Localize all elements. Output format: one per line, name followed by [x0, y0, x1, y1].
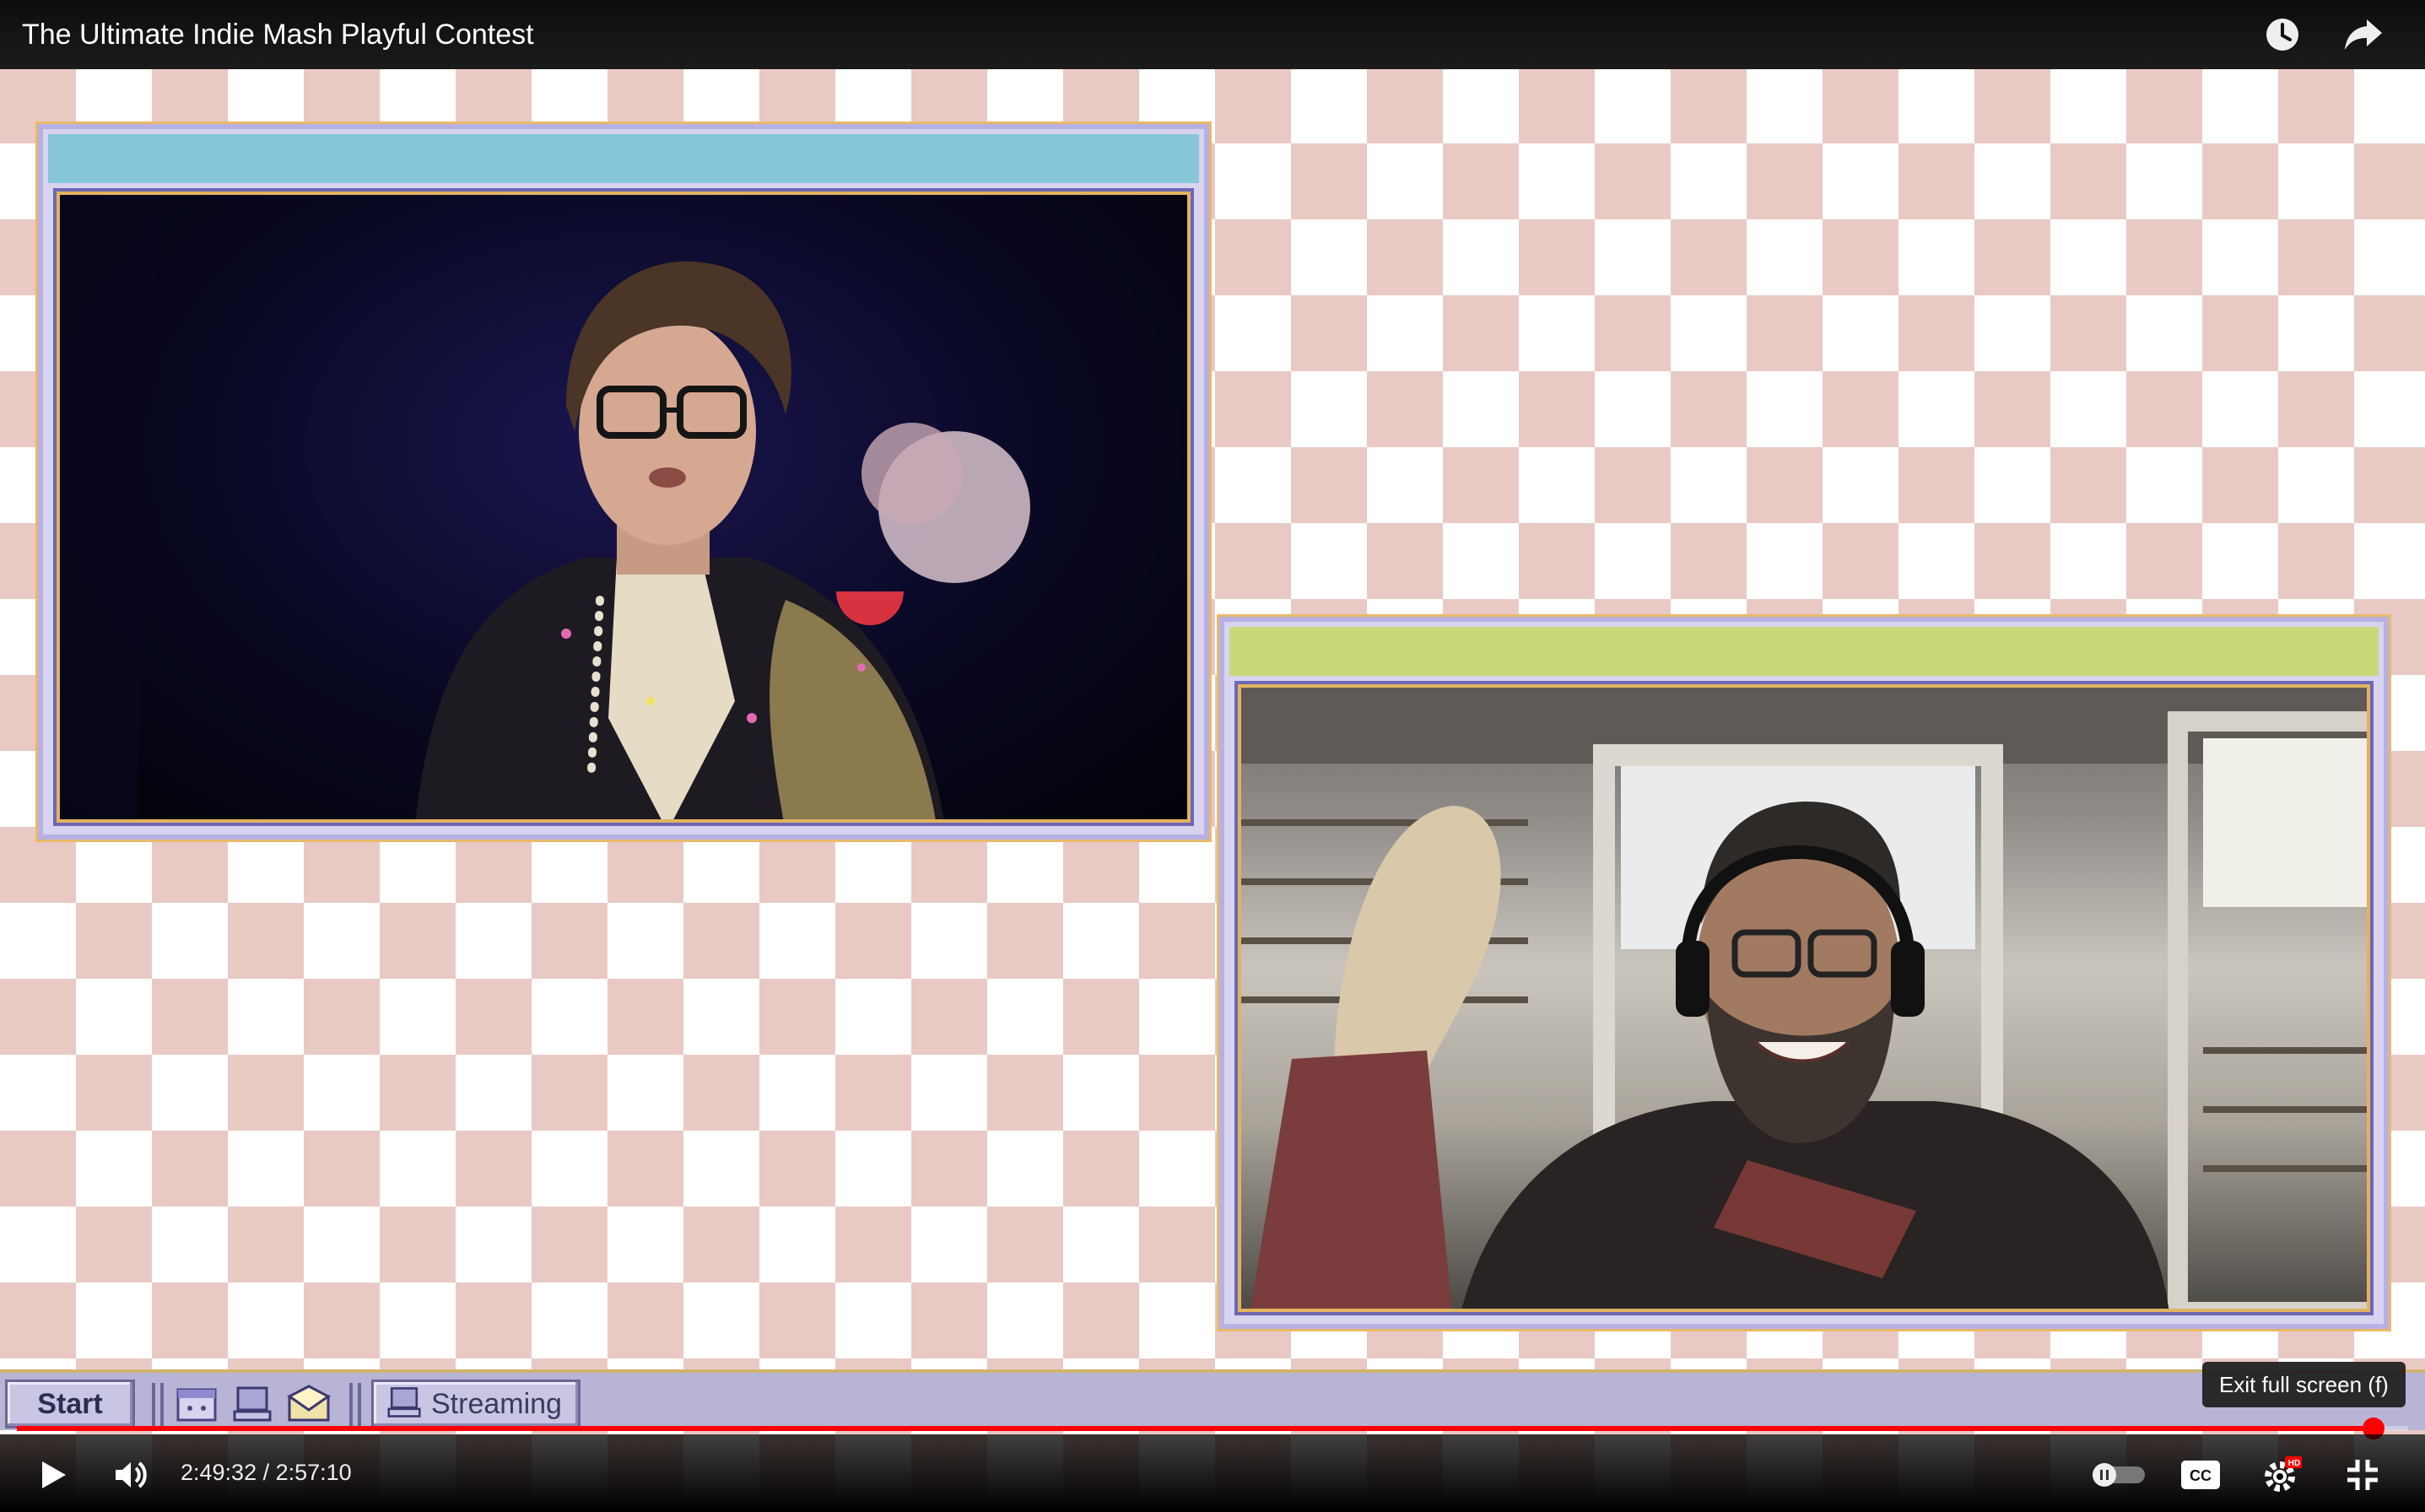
volume-icon[interactable]	[106, 1450, 157, 1500]
stage-video-feed	[60, 195, 1187, 819]
webcam-video-feed	[1241, 688, 2367, 1309]
time-display: 2:49:32 / 2:57:10	[181, 1460, 352, 1485]
exit-fullscreen-icon[interactable]	[2337, 1450, 2388, 1500]
captions-label: CC	[2190, 1467, 2212, 1484]
video-title[interactable]: The Ultimate Indie Mash Playful Contest	[22, 19, 534, 51]
webcam-person-image	[1241, 688, 2367, 1309]
settings-icon[interactable]: HD	[2256, 1450, 2307, 1500]
watch-later-icon[interactable]	[2260, 12, 2305, 57]
stage-window	[35, 122, 1212, 842]
stage-window-titlebar	[48, 134, 1199, 183]
webcam-window-screen	[1234, 681, 2374, 1315]
progress-bar-played	[17, 1426, 2374, 1431]
computer-icon	[386, 1385, 423, 1423]
player-top-bar: The Ultimate Indie Mash Playful Contest	[0, 0, 2425, 69]
streaming-label: Streaming	[431, 1387, 562, 1420]
mail-icon	[287, 1385, 331, 1428]
webcam-window	[1217, 614, 2391, 1331]
stage-window-screen	[53, 188, 1194, 826]
taskbar-separator	[152, 1383, 155, 1427]
performer-image	[60, 195, 1030, 819]
play-icon[interactable]	[27, 1450, 78, 1500]
taskbar-separator	[358, 1383, 361, 1427]
hd-badge: HD	[2288, 1459, 2300, 1468]
computer-icon	[231, 1385, 273, 1428]
streaming-task-button: Streaming	[371, 1380, 581, 1428]
retro-taskbar: Start Streaming	[0, 1369, 2425, 1430]
calendar-icon	[176, 1385, 218, 1428]
autoplay-toggle[interactable]	[2089, 1450, 2148, 1500]
video-player[interactable]: Start Streaming	[0, 0, 2425, 1512]
captions-icon[interactable]: CC	[2175, 1450, 2226, 1500]
start-button: Start	[5, 1380, 135, 1428]
progress-bar[interactable]	[17, 1418, 2408, 1439]
webcam-window-titlebar	[1229, 627, 2379, 676]
share-icon[interactable]	[2341, 12, 2386, 57]
taskbar-separator	[349, 1383, 353, 1427]
exit-fullscreen-tooltip: Exit full screen (f)	[2202, 1362, 2406, 1407]
start-label: Start	[37, 1387, 103, 1420]
player-controls: 2:49:32 / 2:57:10 CC HD	[0, 1434, 2425, 1512]
taskbar-separator	[160, 1383, 164, 1427]
